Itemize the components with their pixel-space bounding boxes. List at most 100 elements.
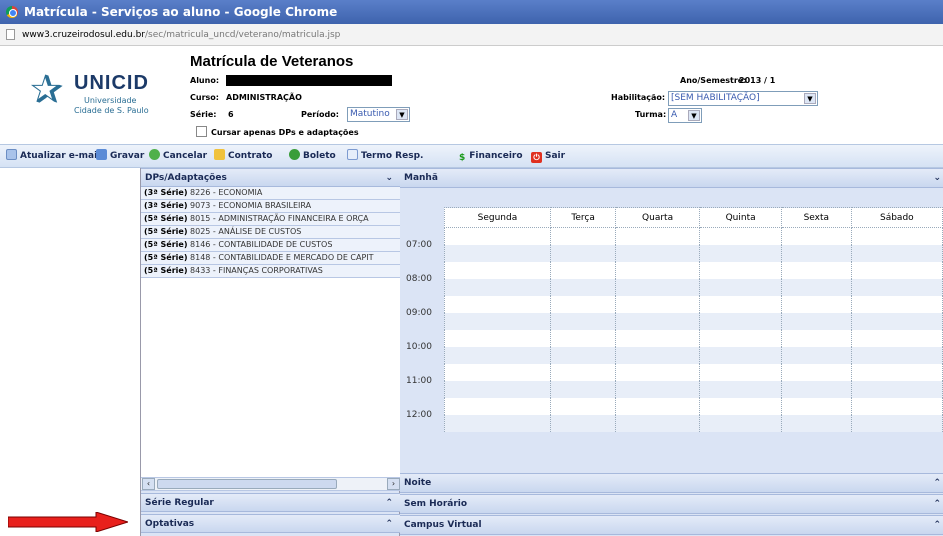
schedule-cell[interactable] xyxy=(443,261,552,279)
schedule-cell[interactable] xyxy=(614,278,701,296)
schedule-cell[interactable] xyxy=(550,363,616,381)
schedule-cell[interactable] xyxy=(614,227,701,245)
schedule-cell[interactable] xyxy=(850,278,943,296)
schedule-cell[interactable] xyxy=(614,329,701,347)
schedule-cell[interactable] xyxy=(780,329,852,347)
schedule-cell[interactable] xyxy=(443,346,552,364)
schedule-cell[interactable] xyxy=(550,346,616,364)
schedule-cell[interactable] xyxy=(550,380,616,398)
dp-list-item[interactable]: (5ª Série) 8146 - CONTABILIDADE DE CUSTO… xyxy=(141,239,401,252)
schedule-cell[interactable] xyxy=(443,244,552,262)
schedule-cell[interactable] xyxy=(780,295,852,313)
schedule-cell[interactable] xyxy=(614,363,701,381)
schedule-cell[interactable] xyxy=(699,397,782,415)
dp-list-item[interactable]: (3ª Série) 8226 - ECONOMIA xyxy=(141,187,401,200)
schedule-cell[interactable] xyxy=(443,397,552,415)
schedule-cell[interactable] xyxy=(614,312,701,330)
schedule-cell[interactable] xyxy=(443,312,552,330)
schedule-cell[interactable] xyxy=(780,227,852,245)
schedule-cell[interactable] xyxy=(780,380,852,398)
schedule-cell[interactable] xyxy=(850,312,943,330)
schedule-cell[interactable] xyxy=(550,244,616,262)
habilitacao-select[interactable]: [SEM HABILITAÇÃO] ▼ xyxy=(668,91,818,106)
sem-horario-header[interactable]: Sem Horário ⌃ xyxy=(400,494,943,514)
schedule-cell[interactable] xyxy=(550,295,616,313)
schedule-cell[interactable] xyxy=(550,329,616,347)
contrato-button[interactable]: Contrato xyxy=(214,145,273,167)
dp-list-item[interactable]: (5ª Série) 8148 - CONTABILIDADE E MERCAD… xyxy=(141,252,401,265)
schedule-cell[interactable] xyxy=(780,244,852,262)
noite-header[interactable]: Noite ⌃ xyxy=(400,473,943,493)
schedule-cell[interactable] xyxy=(614,414,701,432)
schedule-cell[interactable] xyxy=(699,363,782,381)
scroll-right-icon[interactable]: › xyxy=(387,478,400,490)
schedule-cell[interactable] xyxy=(699,414,782,432)
schedule-cell[interactable] xyxy=(550,397,616,415)
cursar-checkbox[interactable] xyxy=(196,126,207,137)
schedule-cell[interactable] xyxy=(780,278,852,296)
address-bar[interactable]: www3.cruzeirodosul.edu.br/sec/matricula_… xyxy=(0,24,943,46)
schedule-cell[interactable] xyxy=(850,397,943,415)
boleto-button[interactable]: Boleto xyxy=(289,145,336,167)
schedule-cell[interactable] xyxy=(699,261,782,279)
schedule-cell[interactable] xyxy=(850,329,943,347)
cancelar-button[interactable]: Cancelar xyxy=(149,145,207,167)
manha-header[interactable]: Manhã ⌄ xyxy=(400,168,943,188)
schedule-cell[interactable] xyxy=(443,278,552,296)
schedule-cell[interactable] xyxy=(550,414,616,432)
schedule-cell[interactable] xyxy=(699,312,782,330)
schedule-cell[interactable] xyxy=(780,363,852,381)
turma-select[interactable]: A ▼ xyxy=(668,108,702,123)
schedule-cell[interactable] xyxy=(699,380,782,398)
schedule-cell[interactable] xyxy=(443,363,552,381)
dp-list-item[interactable]: (5ª Série) 8433 - FINANÇAS CORPORATIVAS xyxy=(141,265,401,278)
schedule-cell[interactable] xyxy=(614,380,701,398)
schedule-cell[interactable] xyxy=(850,261,943,279)
schedule-cell[interactable] xyxy=(550,278,616,296)
schedule-cell[interactable] xyxy=(699,227,782,245)
schedule-cell[interactable] xyxy=(614,261,701,279)
schedule-cell[interactable] xyxy=(699,244,782,262)
dp-list-item[interactable]: (5ª Série) 8025 - ANÁLISE DE CUSTOS xyxy=(141,226,401,239)
schedule-cell[interactable] xyxy=(850,363,943,381)
schedule-cell[interactable] xyxy=(850,295,943,313)
schedule-cell[interactable] xyxy=(699,346,782,364)
schedule-cell[interactable] xyxy=(614,397,701,415)
dp-list-item[interactable]: (3ª Série) 9073 - ECONOMIA BRASILEIRA xyxy=(141,200,401,213)
schedule-cell[interactable] xyxy=(780,261,852,279)
serie-regular-header[interactable]: Série Regular ⌃ xyxy=(141,493,401,512)
schedule-cell[interactable] xyxy=(550,312,616,330)
schedule-cell[interactable] xyxy=(443,227,552,245)
schedule-cell[interactable] xyxy=(850,244,943,262)
schedule-cell[interactable] xyxy=(443,380,552,398)
scroll-left-icon[interactable]: ‹ xyxy=(142,478,155,490)
schedule-cell[interactable] xyxy=(443,414,552,432)
scroll-thumb[interactable] xyxy=(157,479,337,489)
schedule-cell[interactable] xyxy=(614,244,701,262)
schedule-cell[interactable] xyxy=(614,295,701,313)
termo-button[interactable]: Termo Resp. xyxy=(347,145,423,167)
schedule-cell[interactable] xyxy=(850,346,943,364)
schedule-cell[interactable] xyxy=(780,312,852,330)
schedule-cell[interactable] xyxy=(550,227,616,245)
dp-list-item[interactable]: (5ª Série) 8015 - ADMINISTRAÇÃO FINANCEI… xyxy=(141,213,401,226)
schedule-cell[interactable] xyxy=(850,414,943,432)
gravar-button[interactable]: Gravar xyxy=(96,145,144,167)
schedule-cell[interactable] xyxy=(850,227,943,245)
schedule-cell[interactable] xyxy=(699,295,782,313)
campus-virtual-header[interactable]: Campus Virtual ⌃ xyxy=(400,515,943,535)
schedule-cell[interactable] xyxy=(699,329,782,347)
dps-header[interactable]: DPs/Adaptações ⌄ xyxy=(141,168,401,187)
schedule-cell[interactable] xyxy=(550,261,616,279)
periodo-select[interactable]: Matutino ▼ xyxy=(347,107,410,122)
sair-button[interactable]: ⏻ Sair xyxy=(531,145,565,167)
financeiro-button[interactable]: $ Financeiro xyxy=(459,145,523,167)
optativas-header[interactable]: Optativas ⌃ xyxy=(141,514,401,533)
horizontal-scrollbar[interactable]: ‹ › xyxy=(141,477,401,491)
schedule-cell[interactable] xyxy=(699,278,782,296)
schedule-cell[interactable] xyxy=(780,414,852,432)
schedule-cell[interactable] xyxy=(614,346,701,364)
schedule-cell[interactable] xyxy=(780,346,852,364)
schedule-cell[interactable] xyxy=(850,380,943,398)
schedule-cell[interactable] xyxy=(443,295,552,313)
